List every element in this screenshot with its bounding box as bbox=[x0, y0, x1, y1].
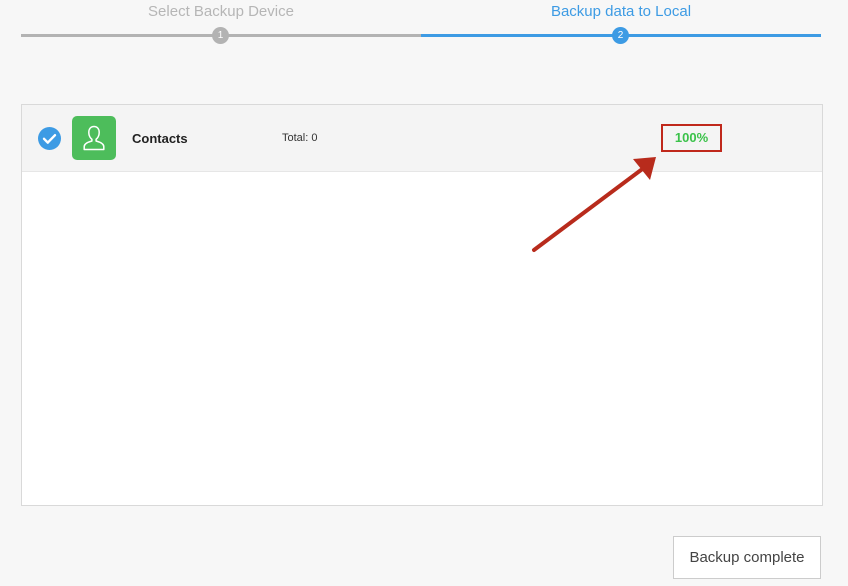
red-arrow-icon bbox=[532, 157, 656, 252]
backup-complete-button[interactable]: Backup complete bbox=[673, 536, 821, 579]
